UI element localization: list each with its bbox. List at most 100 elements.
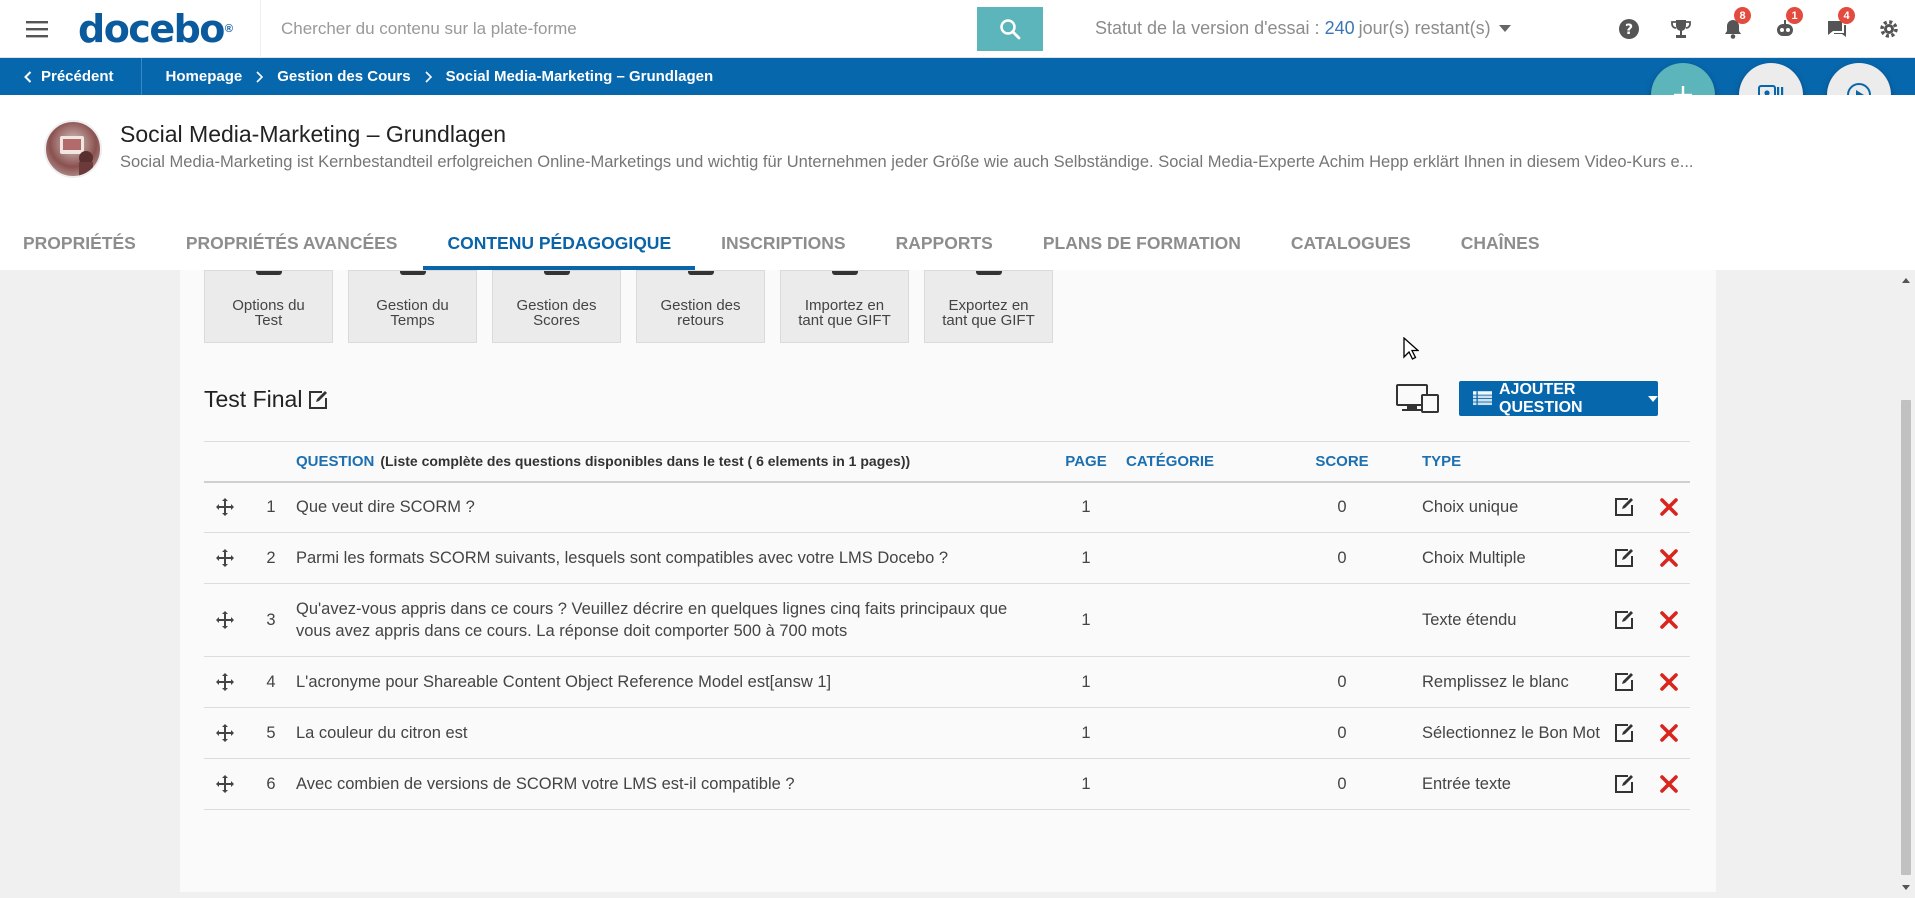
add-question-button[interactable]: AJOUTER QUESTION: [1459, 381, 1658, 416]
edit-question-button[interactable]: [1599, 656, 1648, 708]
delete-question-button[interactable]: [1647, 532, 1690, 584]
edit-question-button[interactable]: [1599, 532, 1648, 584]
test-title: Test Final: [204, 386, 328, 413]
tool-icon: [543, 271, 570, 275]
time-management-button[interactable]: Gestion du Temps: [348, 270, 477, 343]
header-score[interactable]: SCORE: [1291, 441, 1393, 483]
tab-enrollments[interactable]: INSCRIPTIONS: [721, 222, 845, 270]
row-number: 4: [246, 656, 296, 708]
tool-icon: [831, 271, 858, 275]
question-page: 1: [1046, 583, 1126, 657]
delete-question-button[interactable]: [1647, 583, 1690, 657]
edit-question-button[interactable]: [1599, 758, 1648, 810]
move-icon: [216, 673, 234, 691]
header-category[interactable]: CATÉGORIE: [1126, 441, 1291, 483]
trial-prefix: Statut de la version d'essai :: [1095, 18, 1320, 38]
row-number: 1: [246, 481, 296, 533]
tool-label: tant que GIFT: [798, 312, 891, 329]
test-tools: Options du Test Gestion du Temps Gestion d…: [204, 270, 1068, 343]
back-button[interactable]: Précédent: [0, 58, 142, 95]
move-icon: [216, 549, 234, 567]
row-number: 5: [246, 707, 296, 759]
tab-properties[interactable]: PROPRIÉTÉS: [23, 222, 136, 270]
trophy-button[interactable]: [1655, 0, 1707, 58]
course-title: Social Media-Marketing – Grundlagen: [120, 121, 507, 147]
question-type: Remplissez le blanc: [1393, 656, 1600, 708]
bot-button[interactable]: 1: [1759, 0, 1811, 58]
edit-question-button[interactable]: [1599, 583, 1648, 657]
import-gift-button[interactable]: Importez en tant que GIFT: [780, 270, 909, 343]
device-preview-button[interactable]: [1396, 384, 1440, 419]
delete-question-button[interactable]: [1647, 481, 1690, 533]
tab-training-content[interactable]: CONTENU PÉDAGOGIQUE: [423, 222, 695, 270]
header-question-label: QUESTION: [296, 452, 375, 470]
tool-label: tant que GIFT: [942, 312, 1035, 329]
drag-handle[interactable]: [204, 481, 246, 533]
breadcrumb-homepage[interactable]: Homepage: [166, 68, 243, 85]
search-input[interactable]: [263, 7, 977, 50]
messages-button[interactable]: 4: [1811, 0, 1863, 58]
hamburger-menu-button[interactable]: [0, 0, 76, 58]
chevron-right-icon: [256, 70, 264, 83]
header-question[interactable]: QUESTION (Liste complète des questions di…: [296, 441, 1046, 483]
svg-text:?: ?: [1625, 22, 1633, 38]
notifications-badge: 8: [1734, 7, 1751, 24]
edit-icon: [1614, 549, 1633, 567]
drag-handle[interactable]: [204, 707, 246, 759]
breadcrumb-current-course[interactable]: Social Media-Marketing – Grundlagen: [446, 68, 714, 85]
messages-badge: 4: [1838, 7, 1855, 24]
test-options-button[interactable]: Options du Test: [204, 270, 333, 343]
question-text: La couleur du citron est: [296, 707, 1046, 759]
delete-question-button[interactable]: [1647, 707, 1690, 759]
table-row: 6 Avec combien de versions de SCORM votr…: [204, 758, 1690, 810]
header-move: [204, 441, 246, 483]
tab-channels[interactable]: CHAÎNES: [1461, 222, 1540, 270]
question-text: Que veut dire SCORM ?: [296, 481, 1046, 533]
trial-status-dropdown[interactable]: Statut de la version d'essai : 240 jour(…: [1095, 18, 1511, 39]
breadcrumb: Homepage Gestion des Cours Social Media-…: [142, 68, 714, 85]
page-scrollbar[interactable]: [1897, 270, 1915, 898]
scroll-down-icon[interactable]: [1902, 885, 1910, 890]
edit-question-button[interactable]: [1599, 707, 1648, 759]
question-score: 0: [1291, 532, 1393, 584]
question-type: Texte étendu: [1393, 583, 1600, 657]
drag-handle[interactable]: [204, 758, 246, 810]
scroll-thumb[interactable]: [1901, 400, 1911, 875]
search-button[interactable]: [977, 6, 1043, 51]
question-category: [1126, 758, 1291, 810]
notifications-button[interactable]: 8: [1707, 0, 1759, 58]
edit-icon: [1614, 498, 1633, 517]
tab-catalogs[interactable]: CATALOGUES: [1291, 222, 1411, 270]
add-question-label: AJOUTER QUESTION: [1499, 380, 1583, 416]
question-score: 0: [1291, 656, 1393, 708]
question-page: 1: [1046, 656, 1126, 708]
header-type[interactable]: TYPE: [1393, 441, 1600, 483]
question-type: Entrée texte: [1393, 758, 1600, 810]
drag-handle[interactable]: [204, 656, 246, 708]
docebo-logo[interactable]: docebo ®: [76, 0, 261, 58]
export-gift-button[interactable]: Exportez en tant que GIFT: [924, 270, 1053, 343]
tab-reports[interactable]: RAPPORTS: [896, 222, 993, 270]
help-button[interactable]: ?: [1603, 0, 1655, 58]
scroll-up-icon[interactable]: [1902, 278, 1910, 283]
delete-question-button[interactable]: [1647, 758, 1690, 810]
edit-icon[interactable]: [308, 390, 328, 410]
settings-button[interactable]: [1863, 0, 1915, 58]
move-icon: [216, 724, 234, 742]
delete-question-button[interactable]: [1647, 656, 1690, 708]
header-page[interactable]: PAGE: [1046, 441, 1126, 483]
tab-learning-plans[interactable]: PLANS DE FORMATION: [1043, 222, 1241, 270]
logo-text: docebo: [78, 6, 225, 51]
question-score: 0: [1291, 758, 1393, 810]
question-score: [1291, 583, 1393, 657]
question-page: 1: [1046, 758, 1126, 810]
tab-advanced-properties[interactable]: PROPRIÉTÉS AVANCÉES: [186, 222, 398, 270]
question-category: [1126, 707, 1291, 759]
breadcrumb-course-management[interactable]: Gestion des Cours: [277, 68, 410, 85]
gear-icon: [1880, 20, 1898, 38]
drag-handle[interactable]: [204, 583, 246, 657]
feedback-management-button[interactable]: Gestion des retours: [636, 270, 765, 343]
score-management-button[interactable]: Gestion des Scores: [492, 270, 621, 343]
edit-question-button[interactable]: [1599, 481, 1648, 533]
drag-handle[interactable]: [204, 532, 246, 584]
